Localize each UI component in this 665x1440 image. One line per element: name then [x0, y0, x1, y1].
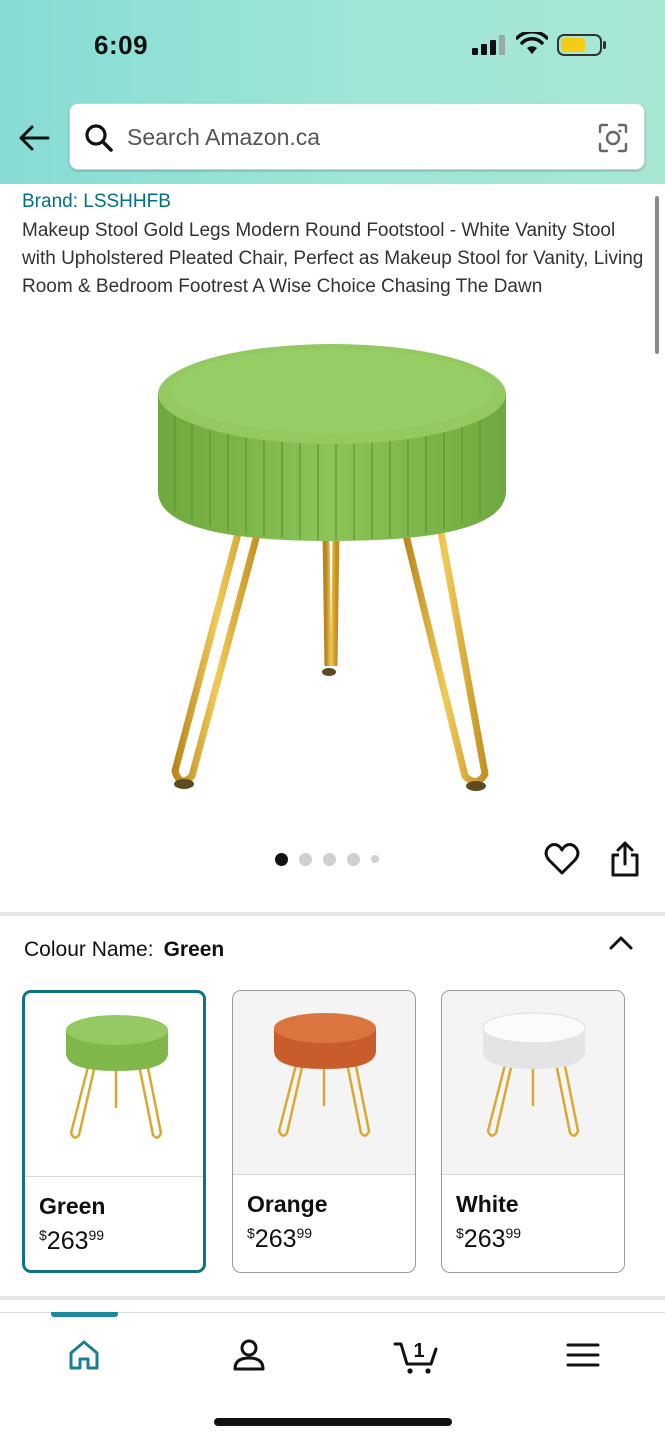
price-fraction: 99: [88, 1227, 105, 1243]
product-image[interactable]: [140, 336, 525, 801]
pagination-dot[interactable]: [371, 855, 379, 863]
swatch-price: $26399: [456, 1225, 521, 1254]
image-pagination[interactable]: [275, 852, 379, 866]
swatch-price: $26399: [39, 1227, 104, 1256]
back-arrow-icon: [19, 125, 50, 151]
swatch-name: White: [456, 1191, 519, 1217]
battery-icon: [557, 34, 606, 56]
price-whole: 263: [46, 1227, 89, 1255]
status-time: 6:09: [94, 30, 149, 60]
stool-thumbnail-icon: [274, 1013, 376, 1137]
wifi-icon: [516, 32, 548, 54]
search-bar[interactable]: [69, 103, 645, 170]
colour-swatch-white[interactable]: White $26399: [441, 990, 625, 1273]
price-whole: 263: [254, 1225, 297, 1253]
colour-name-label: Colour Name: Green: [24, 938, 224, 962]
search-input[interactable]: [127, 118, 567, 156]
home-indicator[interactable]: [214, 1418, 452, 1426]
swatch-name: Orange: [247, 1191, 328, 1217]
swatch-thumbnail: [233, 991, 415, 1175]
pagination-dot[interactable]: [299, 852, 312, 866]
menu-icon[interactable]: [563, 1335, 603, 1375]
swatch-price: $26399: [247, 1225, 312, 1254]
cart-icon[interactable]: 1: [393, 1335, 441, 1375]
app-header: 6:09: [0, 0, 665, 184]
cellular-signal-icon: [472, 35, 505, 55]
price-currency: $: [39, 1227, 47, 1243]
selected-colour: Green: [163, 938, 225, 961]
colour-label-text: Colour Name:: [24, 938, 154, 961]
colour-swatch-orange[interactable]: Orange $26399: [232, 990, 416, 1273]
active-tab-indicator: [51, 1312, 118, 1317]
pagination-dot[interactable]: [323, 852, 336, 866]
stool-thumbnail-icon: [482, 1012, 586, 1137]
wishlist-heart-icon[interactable]: [544, 842, 580, 876]
scrollbar[interactable]: [655, 196, 659, 354]
share-icon[interactable]: [609, 840, 641, 878]
price-currency: $: [247, 1225, 255, 1241]
brand-link[interactable]: Brand: LSSHHFB: [22, 191, 171, 213]
colour-swatch-green[interactable]: Green $26399: [22, 990, 206, 1273]
section-divider: [0, 1296, 665, 1300]
price-fraction: 99: [505, 1225, 522, 1241]
swatch-thumbnail: [25, 993, 203, 1177]
home-icon[interactable]: [64, 1335, 104, 1375]
pagination-dot[interactable]: [275, 852, 288, 866]
product-title: Makeup Stool Gold Legs Modern Round Foot…: [22, 220, 644, 297]
account-icon[interactable]: [229, 1335, 269, 1375]
price-fraction: 99: [296, 1225, 313, 1241]
section-divider: [0, 912, 665, 916]
search-icon: [85, 124, 113, 152]
swatch-thumbnail: [442, 991, 624, 1175]
back-button[interactable]: [16, 120, 52, 156]
price-currency: $: [456, 1225, 464, 1241]
chevron-up-icon[interactable]: [608, 933, 634, 953]
swatch-name: Green: [39, 1193, 106, 1219]
pagination-dot[interactable]: [347, 852, 360, 866]
stool-thumbnail-icon: [66, 1015, 168, 1139]
camera-search-icon[interactable]: [597, 122, 629, 154]
price-whole: 263: [463, 1225, 506, 1253]
cart-count: 1: [413, 1340, 424, 1362]
